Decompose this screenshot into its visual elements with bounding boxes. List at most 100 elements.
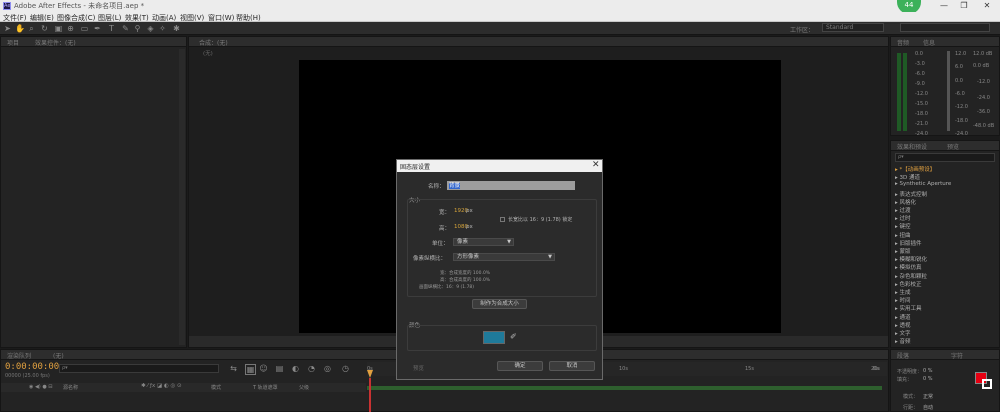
stroke-color-swatch[interactable] bbox=[982, 379, 992, 389]
meter-scale-label: -18.0 bbox=[955, 117, 968, 124]
character-panel: 段落 字符 不透明度： 0 % 填充： 0 % 模式： 正常 行距： 自动 bbox=[890, 349, 1000, 412]
pen-tool-icon[interactable]: ✒ bbox=[93, 24, 102, 33]
tab-info[interactable]: 信息 bbox=[923, 38, 935, 47]
effects-category-item[interactable]: ▸ 过渡 bbox=[895, 206, 911, 214]
height-label: 高： bbox=[439, 226, 451, 232]
effects-category-item[interactable]: ▸ 风格化 bbox=[895, 198, 916, 206]
col-trkmat: T 轨道遮罩 bbox=[253, 385, 278, 391]
maximize-button[interactable]: ❐ bbox=[954, 0, 974, 12]
minimize-button[interactable]: — bbox=[934, 0, 954, 12]
effects-search-input[interactable]: ρ▾ bbox=[895, 153, 995, 162]
effects-category-item[interactable]: ▸ 3D 通道 bbox=[895, 173, 920, 181]
color-swatch[interactable] bbox=[483, 331, 505, 344]
tab-paragraph[interactable]: 段落 bbox=[897, 351, 909, 360]
units-select[interactable]: 像素 ▼ bbox=[453, 238, 514, 246]
timeline-options-icon[interactable]: ◷ bbox=[341, 364, 350, 373]
tab-timeline-none[interactable]: (无) bbox=[53, 351, 64, 360]
effects-category-item[interactable]: ▸ 实用工具 bbox=[895, 304, 922, 312]
frame-blending-icon[interactable]: ▤ bbox=[275, 364, 284, 373]
effects-category-item[interactable]: ▸ 过时 bbox=[895, 214, 911, 222]
tab-effect-controls[interactable]: 效果控件：(无) bbox=[35, 38, 76, 47]
hand-tool-icon[interactable]: ✋ bbox=[15, 24, 25, 33]
composition-subtab[interactable]: (无) bbox=[203, 49, 213, 57]
window-title: Adobe After Effects - 未命名项目.aep * bbox=[14, 2, 145, 10]
tab-preview[interactable]: 预览 bbox=[947, 142, 959, 151]
effects-category-item[interactable]: ▸ 生成 bbox=[895, 288, 911, 296]
tab-project[interactable]: 项目 bbox=[7, 38, 19, 47]
tab-composition[interactable]: 合成：(无) bbox=[199, 38, 228, 47]
pixel-aspect-select[interactable]: 方形像素 ▼ bbox=[453, 253, 555, 261]
meter-scale-label: 6.0 bbox=[955, 64, 963, 71]
timeline-search-input[interactable]: ρ▾ bbox=[59, 364, 219, 373]
make-comp-size-button[interactable]: 制作为合成大小 bbox=[472, 299, 527, 309]
name-input[interactable]: 背景 bbox=[447, 181, 575, 190]
cancel-button[interactable]: 取消 bbox=[549, 361, 595, 371]
selection-tool-icon[interactable]: ➤ bbox=[3, 24, 12, 33]
tab-character[interactable]: 字符 bbox=[951, 351, 963, 360]
clone-stamp-tool-icon[interactable]: ⚲ bbox=[133, 24, 142, 33]
effects-category-item[interactable]: ▸ 通道 bbox=[895, 313, 911, 321]
puppet-tool-icon[interactable]: ✱ bbox=[172, 24, 181, 33]
effects-category-item[interactable]: ▸ 键控 bbox=[895, 222, 911, 230]
camera-tool-icon[interactable]: ▣ bbox=[54, 24, 63, 33]
pan-behind-tool-icon[interactable]: ⊕ bbox=[66, 24, 75, 33]
effects-category-item[interactable]: ▸ *【动画预设】 bbox=[895, 165, 935, 173]
effects-category-item[interactable]: ▸ Synthetic Aperture bbox=[895, 181, 951, 187]
text-tool-icon[interactable]: T bbox=[107, 24, 116, 33]
effects-category-item[interactable]: ▸ 模拟仿真 bbox=[895, 263, 922, 271]
close-button[interactable]: ✕ bbox=[977, 0, 997, 12]
help-search-input[interactable] bbox=[900, 23, 990, 32]
tab-render-queue[interactable]: 渲染队列 bbox=[7, 351, 31, 360]
col-source-name: 源名称 bbox=[63, 385, 79, 391]
width-label: 宽： bbox=[439, 210, 451, 216]
brainstorm-icon[interactable]: ◎ bbox=[323, 364, 332, 373]
effects-category-item[interactable]: ▸ 文字 bbox=[895, 329, 911, 337]
effects-category-item[interactable]: ▸ 模糊和锐化 bbox=[895, 255, 927, 263]
workspace-select[interactable]: Standard bbox=[822, 23, 884, 32]
effects-category-item[interactable]: ▸ 旧版插件 bbox=[895, 239, 922, 247]
meter-scale-left: 0.0 -3.0 -6.0 -9.0 -12.0 -15.0 -18.0 -21.0 -24.0 bbox=[915, 51, 935, 137]
db-label-top: 12.0 dB bbox=[973, 51, 993, 57]
effects-category-item[interactable]: ▸ 蒙版 bbox=[895, 247, 911, 255]
draft-3d-icon[interactable]: ▦ bbox=[245, 364, 256, 375]
brush-tool-icon[interactable]: ✎ bbox=[121, 24, 130, 33]
roto-brush-tool-icon[interactable]: ✧ bbox=[158, 24, 167, 33]
effects-category-item[interactable]: ▸ 杂色和颗粒 bbox=[895, 272, 927, 280]
comp-mini-flowchart-icon[interactable]: ⇆ bbox=[229, 364, 238, 373]
meter-scale-label: -24.0 bbox=[915, 131, 928, 137]
tab-audio[interactable]: 音频 bbox=[897, 38, 909, 47]
project-scrollbar[interactable] bbox=[179, 49, 185, 345]
meter-scale-label: 0.0 bbox=[915, 51, 923, 57]
work-area-bar[interactable] bbox=[367, 386, 882, 390]
current-time-line bbox=[369, 378, 371, 412]
mask-tool-icon[interactable]: ▭ bbox=[80, 24, 89, 33]
opacity-value[interactable]: 0 % bbox=[923, 368, 933, 374]
effects-category-item[interactable]: ▸ 时间 bbox=[895, 296, 911, 304]
rotate-tool-icon[interactable]: ↻ bbox=[40, 24, 49, 33]
fill-value[interactable]: 0 % bbox=[923, 376, 933, 382]
effects-category-item[interactable]: ▸ 扭曲 bbox=[895, 231, 911, 239]
lock-aspect-checkbox[interactable] bbox=[500, 217, 505, 222]
preview-checkbox-label[interactable]: 预览 bbox=[413, 364, 424, 372]
graph-editor-icon[interactable]: ◔ bbox=[307, 364, 316, 373]
shy-icon[interactable]: ☺ bbox=[259, 364, 268, 373]
effects-category-item[interactable]: ▸ 色彩校正 bbox=[895, 280, 922, 288]
tab-effects-presets[interactable]: 效果和预设 bbox=[897, 142, 927, 151]
project-tabbar: 项目 效果控件：(无) bbox=[1, 37, 186, 47]
level-slider-track[interactable] bbox=[947, 51, 950, 131]
eyedropper-icon[interactable]: ✐ bbox=[510, 332, 517, 341]
ok-button[interactable]: 确定 bbox=[497, 361, 543, 371]
mode-select[interactable]: 正常 bbox=[923, 393, 933, 400]
timecode-display[interactable]: 0:00:00:00 bbox=[5, 362, 59, 372]
eraser-tool-icon[interactable]: ◈ bbox=[146, 24, 155, 33]
leading-value[interactable]: 自动 bbox=[923, 404, 933, 411]
zoom-tool-icon[interactable]: ⌕ bbox=[27, 24, 36, 33]
effects-category-item[interactable]: ▸ 表达式控制 bbox=[895, 190, 927, 198]
name-value: 背景 bbox=[449, 183, 461, 189]
db-label-2: -24.0 bbox=[977, 95, 990, 101]
width-unit: px bbox=[466, 208, 473, 214]
effects-category-item[interactable]: ▸ 透视 bbox=[895, 321, 911, 329]
motion-blur-icon[interactable]: ◐ bbox=[291, 364, 300, 373]
dialog-close-icon[interactable]: ✕ bbox=[592, 160, 600, 170]
effects-category-item[interactable]: ▸ 音频 bbox=[895, 337, 911, 345]
